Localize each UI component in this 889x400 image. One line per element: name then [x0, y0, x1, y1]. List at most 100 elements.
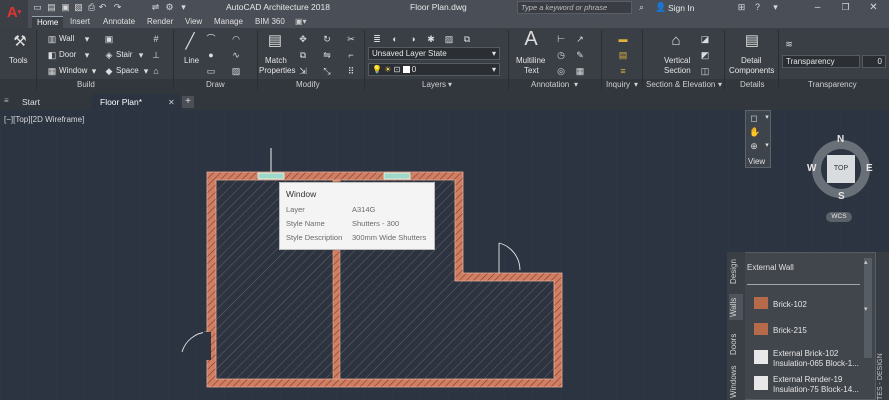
help-icon[interactable]: ? — [752, 2, 763, 13]
palette-item-label[interactable]: External Render-19 — [773, 375, 842, 384]
palette-tab-doors[interactable]: Doors — [729, 330, 743, 358]
chevron-down-icon[interactable]: ▾ — [762, 113, 772, 123]
tab-render[interactable]: Render — [142, 16, 178, 28]
compass-north[interactable]: N — [837, 134, 844, 145]
layer-freeze-icon[interactable]: ✱ — [426, 34, 436, 44]
close-icon[interactable]: ✕ — [868, 2, 879, 13]
annotation-expand-icon[interactable]: ▾ — [574, 80, 578, 89]
door-icon[interactable]: ◧ — [47, 50, 57, 60]
callout-icon[interactable]: ◫ — [700, 66, 710, 76]
layers-expand-icon[interactable]: ▾ — [448, 80, 452, 89]
vertical-section-icon[interactable]: ⌂ — [666, 32, 686, 50]
wall-style-icon[interactable] — [754, 350, 768, 364]
share-icon[interactable]: ⇌ — [150, 2, 161, 13]
vertical-section-label[interactable]: Vertical — [664, 56, 690, 65]
doc-tab-floor-plan[interactable]: Floor Plan* — [92, 94, 180, 110]
palette-tab-windows[interactable]: Windows — [729, 364, 743, 400]
new-file-icon[interactable]: ▭ — [32, 2, 43, 13]
print-icon[interactable]: ⎙ — [86, 2, 97, 13]
match-properties-label-2[interactable]: Properties — [259, 66, 295, 75]
search-icon[interactable]: ⌕ — [636, 2, 647, 13]
tab-view[interactable]: View — [180, 16, 207, 28]
detail-components-label-2[interactable]: Components — [729, 66, 774, 75]
polyline-icon[interactable]: ⌒ — [206, 34, 216, 44]
window-dropdown-icon[interactable]: ▾ — [89, 66, 99, 76]
door-dropdown-icon[interactable]: ▾ — [82, 50, 92, 60]
fillet-icon[interactable]: ⌐ — [346, 50, 356, 60]
undo-icon[interactable]: ↶ — [97, 2, 108, 13]
line-button[interactable]: Line — [184, 56, 199, 65]
workspace-icon[interactable]: ⚙ — [164, 2, 175, 13]
palette-tab-design[interactable]: Design — [729, 258, 743, 286]
open-file-icon[interactable]: ▤ — [46, 2, 57, 13]
scale-icon[interactable]: ⤡ — [322, 66, 332, 76]
search-input[interactable]: Type a keyword or phrase — [517, 1, 632, 14]
close-tab-icon[interactable]: ✕ — [168, 98, 175, 107]
multiline-text-label[interactable]: Multiline — [516, 56, 545, 65]
chevron-down-icon[interactable]: ▾ — [762, 141, 772, 151]
space-dropdown-icon[interactable]: ▾ — [141, 66, 151, 76]
view-label[interactable]: View — [748, 157, 765, 166]
doc-tab-start[interactable]: Start — [14, 94, 48, 110]
compass-south[interactable]: S — [838, 191, 845, 202]
layer-state-dropdown[interactable]: Unsaved Layer State ▾ — [368, 47, 500, 60]
wcs-menu[interactable]: WCS — [826, 212, 852, 222]
circle-icon[interactable]: ● — [206, 50, 216, 60]
arc-icon[interactable]: ◠ — [231, 34, 241, 44]
door-button[interactable]: Door — [59, 50, 76, 59]
measure-icon[interactable]: ▬ — [618, 34, 628, 44]
window-button[interactable]: Window — [59, 66, 87, 75]
palette-tab-walls[interactable]: Walls — [729, 294, 743, 320]
copy-icon[interactable]: ⧉ — [298, 50, 308, 60]
stretch-icon[interactable]: ⇲ — [298, 66, 308, 76]
space-button[interactable]: Space — [116, 66, 139, 75]
save-as-icon[interactable]: ▧ — [73, 2, 84, 13]
transparency-input[interactable]: 0 — [862, 55, 886, 68]
leader-icon[interactable]: ↗ — [575, 34, 585, 44]
rectangle-icon[interactable]: ▭ — [206, 66, 216, 76]
wall-icon[interactable]: ▥ — [47, 34, 57, 44]
stair-dropdown-icon[interactable]: ▾ — [136, 50, 146, 60]
wall-style-icon[interactable] — [754, 323, 768, 335]
viewcube-top-face[interactable]: TOP — [827, 155, 855, 183]
layer-match-icon[interactable]: ⧉ — [462, 34, 472, 44]
wall-button[interactable]: Wall — [59, 34, 74, 43]
zoom-icon[interactable]: ⊕ — [749, 141, 759, 151]
mirror-icon[interactable]: ⇋ — [322, 50, 332, 60]
layer-dropdown[interactable]: 💡 ☀ ⊡ 0 ▾ — [368, 63, 500, 76]
tab-manage[interactable]: Manage — [209, 16, 248, 28]
symbol-icon[interactable]: ◎ — [556, 66, 566, 76]
tab-bim360[interactable]: BIM 360 — [250, 16, 290, 28]
dimension-icon[interactable]: ⊢ — [556, 34, 566, 44]
grid-icon[interactable]: # — [151, 34, 161, 44]
multiline-text-icon[interactable]: A — [521, 29, 541, 49]
save-icon[interactable]: ▣ — [60, 2, 71, 13]
cart-icon[interactable]: ⊞ — [736, 2, 747, 13]
ribbon-options-icon[interactable]: ▣▾ — [295, 17, 307, 27]
transparency-icon[interactable]: ≋ — [784, 39, 794, 49]
stair-icon[interactable]: ◈ — [104, 50, 114, 60]
vertical-section-label-2[interactable]: Section — [664, 66, 691, 75]
help-dropdown-icon[interactable]: ▾ — [770, 2, 781, 13]
rotate-icon[interactable]: ↻ — [322, 34, 332, 44]
tag-icon[interactable]: ◷ — [556, 50, 566, 60]
space-icon[interactable]: ◆ — [104, 66, 114, 76]
sign-in-link[interactable]: Sign In — [668, 3, 694, 13]
detail-components-label[interactable]: Detail — [741, 56, 761, 65]
viewport-controls[interactable]: [−][Top][2D Wireframe] — [4, 115, 84, 124]
move-icon[interactable]: ✥ — [298, 34, 308, 44]
doc-tabs-menu-icon[interactable]: ≡ — [4, 96, 14, 108]
elevation-icon[interactable]: ◪ — [700, 34, 710, 44]
section-expand-icon[interactable]: ▾ — [718, 80, 722, 89]
layer-isolate-icon[interactable]: ◑ — [408, 34, 418, 44]
array-icon[interactable]: ⠿ — [346, 66, 356, 76]
column-icon[interactable]: ⊥ — [151, 50, 161, 60]
hatch-icon[interactable]: ▨ — [231, 66, 241, 76]
compass-east[interactable]: E — [866, 163, 873, 174]
tab-annotate[interactable]: Annotate — [98, 16, 140, 28]
compass-west[interactable]: W — [807, 163, 816, 174]
match-properties-label[interactable]: Match — [265, 56, 287, 65]
tab-home[interactable]: Home — [32, 16, 64, 28]
redo-icon[interactable]: ↷ — [112, 2, 123, 13]
stair-button[interactable]: Stair — [116, 50, 132, 59]
